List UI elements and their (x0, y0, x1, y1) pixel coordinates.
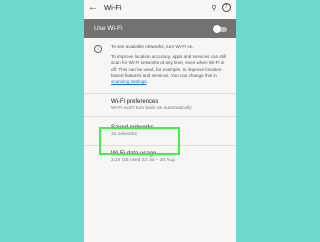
settings-screen: ← Wi-Fi ⚲ ? Use Wi-Fi i To see available… (84, 0, 236, 242)
search-icon[interactable]: ⚲ (208, 4, 220, 12)
item-subtitle: Wi-Fi won't turn back on automatically (111, 106, 192, 112)
info-icon: i (94, 45, 102, 53)
scanning-settings-link[interactable]: scanning settings (111, 79, 147, 84)
back-arrow-icon[interactable]: ← (88, 0, 102, 15)
info-line-1: To see available networks, turn Wi-Fi on… (111, 44, 194, 49)
help-button[interactable]: ? (220, 3, 232, 12)
use-wifi-row[interactable]: Use Wi-Fi (84, 19, 236, 38)
use-wifi-label: Use Wi-Fi (94, 25, 123, 32)
info-body: To improve location accuracy, apps and s… (111, 54, 227, 78)
help-icon: ? (221, 3, 231, 12)
page-title: Wi-Fi (104, 3, 122, 12)
info-end: . (146, 79, 148, 85)
info-text: To see available networks, turn Wi-Fi on… (111, 44, 230, 89)
info-line-2: To improve location accuracy, apps and s… (111, 54, 230, 85)
item-subtitle: 3.34 GB used 23 Jul – 20 Aug (111, 158, 175, 164)
wifi-info-section: i To see available networks, turn Wi-Fi … (84, 38, 236, 93)
saved-networks-highlight-box (99, 127, 180, 155)
wifi-preferences-item[interactable]: Wi-Fi preferences Wi-Fi won't turn back … (84, 94, 236, 116)
app-bar: ← Wi-Fi ⚲ ? (84, 0, 236, 15)
wifi-toggle-switch[interactable] (213, 24, 228, 33)
switch-thumb (213, 24, 221, 33)
